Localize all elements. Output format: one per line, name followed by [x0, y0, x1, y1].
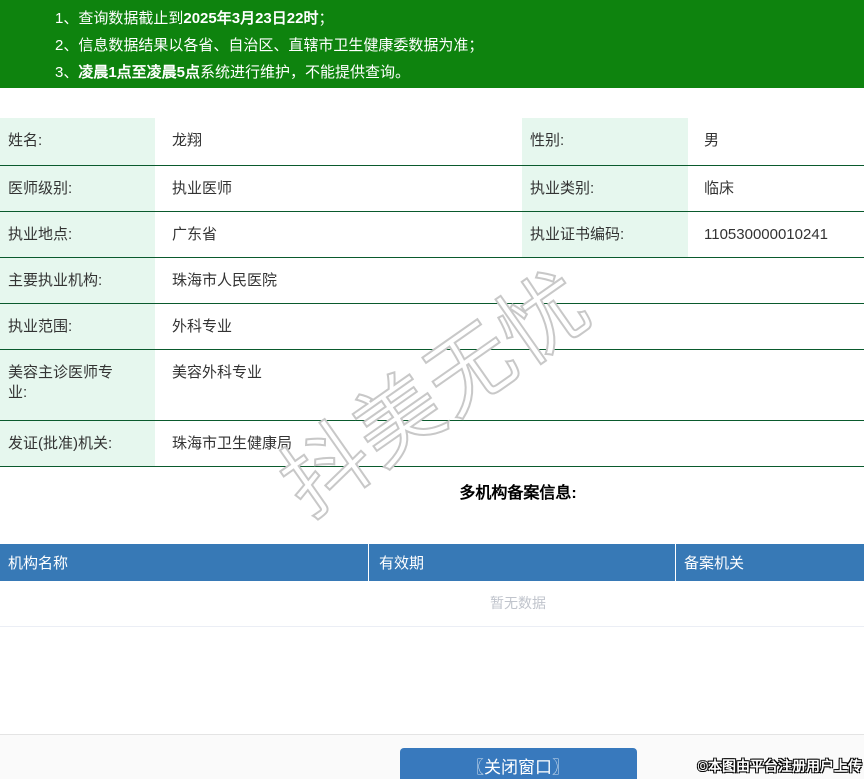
notice-line-3: 3、凌晨1点至凌晨5点系统进行维护，不能提供查询。: [55, 64, 411, 81]
field-label-cosmetic-specialty: 美容主诊医师专业:: [0, 350, 155, 420]
column-header-validity-period: 有效期: [368, 544, 675, 581]
footer-bar: 〖关闭窗口〗: [0, 734, 864, 779]
field-value-certificate-no: 110530000010241: [688, 212, 864, 257]
field-value-practice-scope: 外科专业: [155, 304, 864, 349]
field-value-main-institution: 珠海市人民医院: [155, 258, 864, 303]
table-row: 医师级别: 执业医师 执业类别: 临床: [0, 166, 864, 212]
field-value-gender: 男: [688, 118, 864, 165]
field-label-name: 姓名:: [0, 118, 155, 165]
empty-data-placeholder: 暂无数据: [0, 581, 864, 627]
close-window-button[interactable]: 〖关闭窗口〗: [399, 748, 637, 779]
notice-bar: 1、查询数据截止到2025年3月23日22时； 2、信息数据结果以各省、自治区、…: [0, 0, 864, 88]
field-label-main-institution: 主要执业机构:: [0, 258, 155, 303]
field-value-practice-place: 广东省: [155, 212, 522, 257]
field-label-practice-place: 执业地点:: [0, 212, 155, 257]
field-label-practice-type: 执业类别:: [522, 166, 688, 211]
field-label-certificate-no: 执业证书编码:: [522, 212, 688, 257]
table-row: 执业范围: 外科专业: [0, 304, 864, 350]
field-label-doctor-level: 医师级别:: [0, 166, 155, 211]
field-value-practice-type: 临床: [688, 166, 864, 211]
doctor-info-table: 姓名: 龙翔 性别: 男 医师级别: 执业医师 执业类别: 临床 执业地点: 广…: [0, 118, 864, 467]
table-row: 美容主诊医师专业: 美容外科专业: [0, 350, 864, 421]
field-value-doctor-level: 执业医师: [155, 166, 522, 211]
notice-line-1: 1、查询数据截止到2025年3月23日22时；: [55, 10, 334, 27]
filing-table-header: 机构名称 有效期 备案机关: [0, 544, 864, 581]
table-row: 执业地点: 广东省 执业证书编码: 110530000010241: [0, 212, 864, 258]
field-value-cosmetic-specialty: 美容外科专业: [155, 350, 864, 420]
column-header-institution-name: 机构名称: [8, 555, 69, 572]
field-label-issuing-authority: 发证(批准)机关:: [0, 421, 155, 466]
filing-section-title: 多机构备案信息:: [459, 485, 577, 502]
field-value-name: 龙翔: [155, 118, 522, 165]
field-label-gender: 性别:: [522, 118, 688, 165]
column-header-filing-authority: 备案机关: [675, 544, 864, 581]
field-label-practice-scope: 执业范围:: [0, 304, 155, 349]
table-row: 主要执业机构: 珠海市人民医院: [0, 258, 864, 304]
table-row: 发证(批准)机关: 珠海市卫生健康局: [0, 421, 864, 467]
spacer: [0, 627, 864, 734]
field-value-issuing-authority: 珠海市卫生健康局: [155, 421, 864, 466]
notice-line-2: 2、信息数据结果以各省、自治区、直辖市卫生健康委数据为准；: [55, 37, 484, 54]
table-row: 姓名: 龙翔 性别: 男: [0, 118, 864, 166]
